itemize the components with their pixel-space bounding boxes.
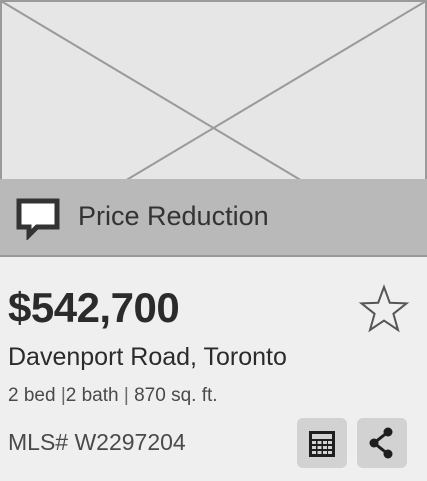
baths-count: 2 bath: [65, 385, 119, 406]
mls-number: MLS# W2297204: [8, 429, 186, 455]
share-button[interactable]: [357, 418, 407, 468]
listing-price: $542,700: [8, 284, 180, 331]
calculator-button[interactable]: [297, 418, 347, 468]
beds-count: 2 bed: [8, 385, 56, 406]
calculator-icon: [309, 431, 335, 457]
share-icon: [369, 427, 393, 459]
listing-address: Davenport Road, Toronto: [8, 343, 287, 371]
spec-separator: |: [123, 385, 129, 406]
listing-specs: 2 bed |2 bath | 870 sq. ft.: [8, 383, 218, 409]
listing-card[interactable]: Price Reduction $542,700 Davenport Road,…: [0, 0, 427, 481]
speech-bubble-icon: [15, 198, 61, 242]
favorite-star-icon[interactable]: [358, 284, 410, 334]
banner-label: Price Reduction: [78, 201, 269, 231]
price-reduction-banner: Price Reduction: [0, 179, 427, 257]
floor-area: 870 sq. ft.: [134, 385, 218, 406]
